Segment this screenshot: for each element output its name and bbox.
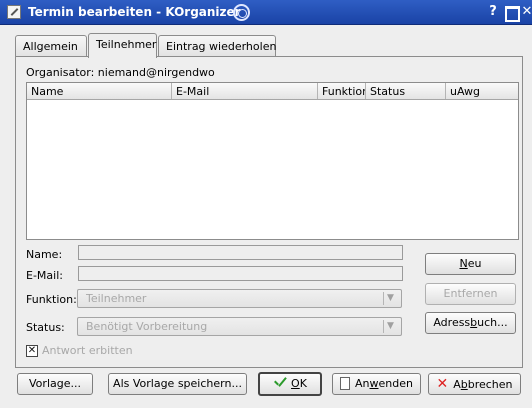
template-button[interactable]: Vorlage... — [17, 373, 93, 395]
ok-button[interactable]: OK — [258, 372, 322, 396]
status-select[interactable]: Benötigt Vorbereitung ▼ — [77, 317, 402, 336]
tab-eintrag-wiederholen[interactable]: Eintrag wiederholen — [158, 35, 276, 57]
email-label: E-Mail: — [26, 269, 63, 282]
role-label: Funktion: — [26, 293, 77, 306]
tab-teilnehmer[interactable]: Teilnehmer — [88, 33, 157, 58]
remove-attendee-button[interactable]: Entfernen — [425, 283, 516, 305]
app-icon[interactable] — [7, 5, 21, 19]
email-field[interactable] — [78, 266, 403, 281]
help-button[interactable]: ? — [484, 3, 502, 21]
save-as-template-button[interactable]: Als Vorlage speichern... — [108, 373, 247, 395]
attendee-list[interactable]: Name E-Mail Funktion Status uAwg — [26, 82, 519, 240]
document-icon — [340, 377, 351, 390]
name-field[interactable] — [78, 245, 403, 260]
status-value: Benötigt Vorbereitung — [86, 320, 208, 333]
column-name[interactable]: Name — [27, 83, 172, 99]
new-attendee-button[interactable]: Neu — [425, 253, 516, 275]
role-select[interactable]: Teilnehmer ▼ — [77, 289, 402, 308]
chevron-down-icon: ▼ — [383, 320, 397, 333]
close-button[interactable]: ✕ — [518, 3, 532, 21]
column-uawg[interactable]: uAwg — [446, 83, 518, 99]
addressbook-button[interactable]: Adressbuch... — [425, 312, 516, 334]
chevron-down-icon: ▼ — [383, 292, 397, 305]
column-status[interactable]: Status — [366, 83, 446, 99]
column-role[interactable]: Funktion — [318, 83, 366, 99]
window-title: Termin bearbeiten - KOrganizer — [28, 5, 241, 19]
name-label: Name: — [26, 248, 63, 261]
rsvp-label: Antwort erbitten — [42, 344, 133, 357]
rsvp-checkbox[interactable]: ✕ — [26, 345, 38, 357]
organizer-label: Organisator: niemand@nirgendwo — [26, 66, 215, 79]
title-bar[interactable]: Termin bearbeiten - KOrganizer ? ✕ — [0, 0, 532, 25]
sticky-icon[interactable] — [233, 4, 250, 21]
column-email[interactable]: E-Mail — [172, 83, 318, 99]
tab-allgemein[interactable]: Allgemein — [15, 35, 87, 57]
role-value: Teilnehmer — [86, 292, 147, 305]
cancel-button[interactable]: ✕ Abbrechen — [428, 373, 521, 395]
apply-button[interactable]: Anwenden — [332, 373, 421, 395]
cancel-x-icon: ✕ — [436, 376, 449, 392]
status-label: Status: — [26, 321, 65, 334]
checkmark-icon — [273, 377, 287, 389]
list-header: Name E-Mail Funktion Status uAwg — [27, 83, 518, 100]
